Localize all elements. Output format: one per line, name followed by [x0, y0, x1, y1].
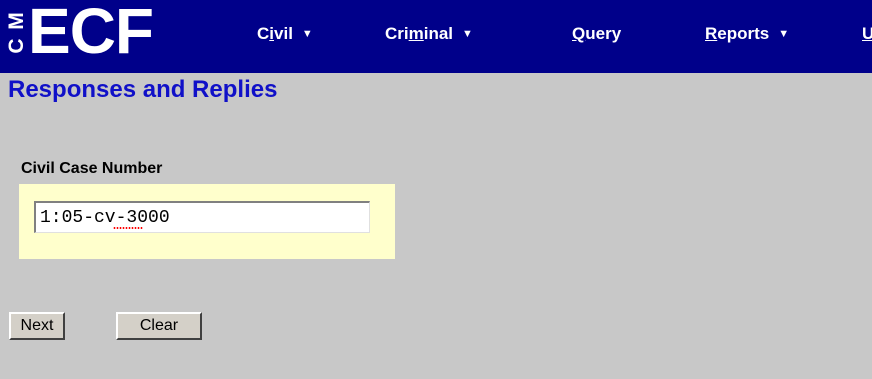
chevron-down-icon: ▼ — [301, 28, 313, 40]
menu-criminal-label-accesskey: m — [408, 24, 424, 43]
menu-criminal[interactable]: Criminal ▼ — [385, 24, 473, 44]
chevron-down-icon: ▼ — [778, 28, 790, 40]
spellcheck-underline — [113, 227, 143, 229]
cmecf-logo[interactable]: C M ECF — [5, 0, 178, 68]
chevron-down-icon: ▼ — [462, 28, 473, 40]
menu-reports-label-post: eports — [717, 24, 770, 43]
logo-cm-letter-m: M — [5, 12, 28, 30]
logo-ecf-text: ECF — [28, 0, 154, 67]
case-number-input[interactable] — [34, 201, 370, 233]
logo-cm-letter-c: C — [5, 38, 28, 54]
clear-button[interactable]: Clear — [116, 312, 202, 340]
menu-criminal-label-pre: Cri — [385, 24, 409, 43]
top-navigation-bar: C M ECF Civil ▼ Criminal ▼ Query Reports ▼ … — [0, 0, 872, 73]
page-title: Responses and Replies — [8, 76, 278, 103]
menu-utilities-truncated[interactable]: U — [862, 24, 872, 44]
menu-reports[interactable]: Reports ▼ — [705, 24, 789, 44]
menu-query-label-post: uery — [585, 24, 622, 43]
menu-criminal-label-post: inal — [423, 24, 454, 43]
menu-civil-label-pre: C — [257, 24, 270, 43]
menu-civil-label-post: vil — [274, 24, 293, 43]
menu-civil[interactable]: Civil ▼ — [257, 24, 313, 44]
menu-query-label-accesskey: Q — [572, 24, 586, 43]
logo-cm-vertical: C M — [5, 5, 28, 65]
menu-query[interactable]: Query — [572, 24, 621, 44]
next-button[interactable]: Next — [9, 312, 65, 340]
case-number-highlight-box — [19, 184, 395, 259]
menu-reports-label-accesskey: R — [705, 24, 718, 43]
menu-utilities-label-accesskey: U — [862, 24, 872, 43]
civil-case-number-label: Civil Case Number — [21, 160, 163, 177]
